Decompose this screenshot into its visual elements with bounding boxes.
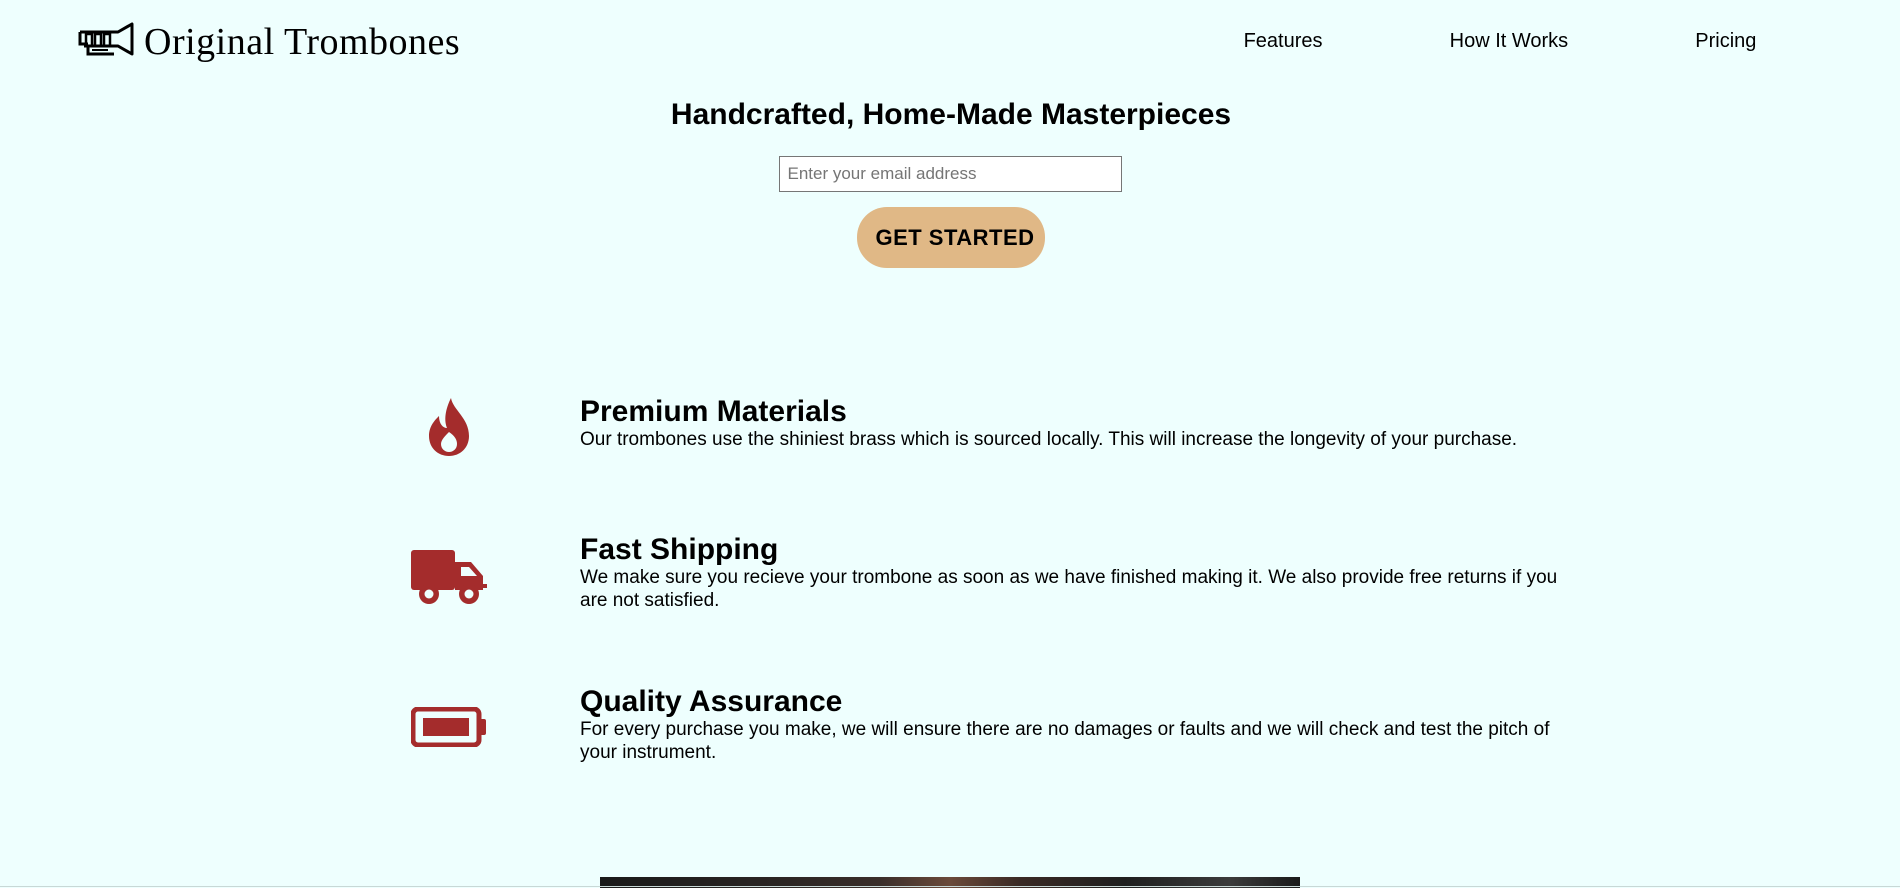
hero-section: Handcrafted, Home-Made Masterpieces GET … <box>0 92 1900 268</box>
feature-description: For every purchase you make, we will ens… <box>580 719 1550 763</box>
divider <box>0 886 1900 887</box>
main-nav: Features How It Works Pricing <box>1180 30 1820 53</box>
nav-link-features[interactable]: Features <box>1244 30 1323 53</box>
page-header: Original Trombones Features How It Works… <box>0 0 1900 84</box>
get-started-button[interactable]: GET STARTED <box>857 207 1045 268</box>
feature-title: Fast Shipping <box>580 533 779 566</box>
brand-name: Original Trombones <box>144 21 461 63</box>
feature-description: We make sure you recieve your trombone a… <box>580 567 1558 611</box>
feature-text: Fast Shipping We make sure you recieve y… <box>580 534 1580 612</box>
feature-text: Premium Materials Our trombones use the … <box>580 396 1580 451</box>
feature-text: Quality Assurance For every purchase you… <box>580 686 1580 764</box>
feature-description: Our trombones use the shiniest brass whi… <box>580 429 1518 450</box>
feature-title: Premium Materials <box>580 395 847 428</box>
truck-icon <box>408 540 490 614</box>
fire-icon <box>408 390 490 464</box>
battery-full-icon <box>408 690 490 764</box>
nav-link-how-it-works[interactable]: How It Works <box>1450 30 1569 53</box>
brand-logo[interactable]: Original Trombones <box>78 20 460 64</box>
feature-title: Quality Assurance <box>580 685 843 718</box>
trombone-logo-icon <box>78 22 134 56</box>
email-input[interactable] <box>778 156 1122 192</box>
nav-link-pricing[interactable]: Pricing <box>1695 30 1756 53</box>
hero-title: Handcrafted, Home-Made Masterpieces <box>670 98 1232 131</box>
